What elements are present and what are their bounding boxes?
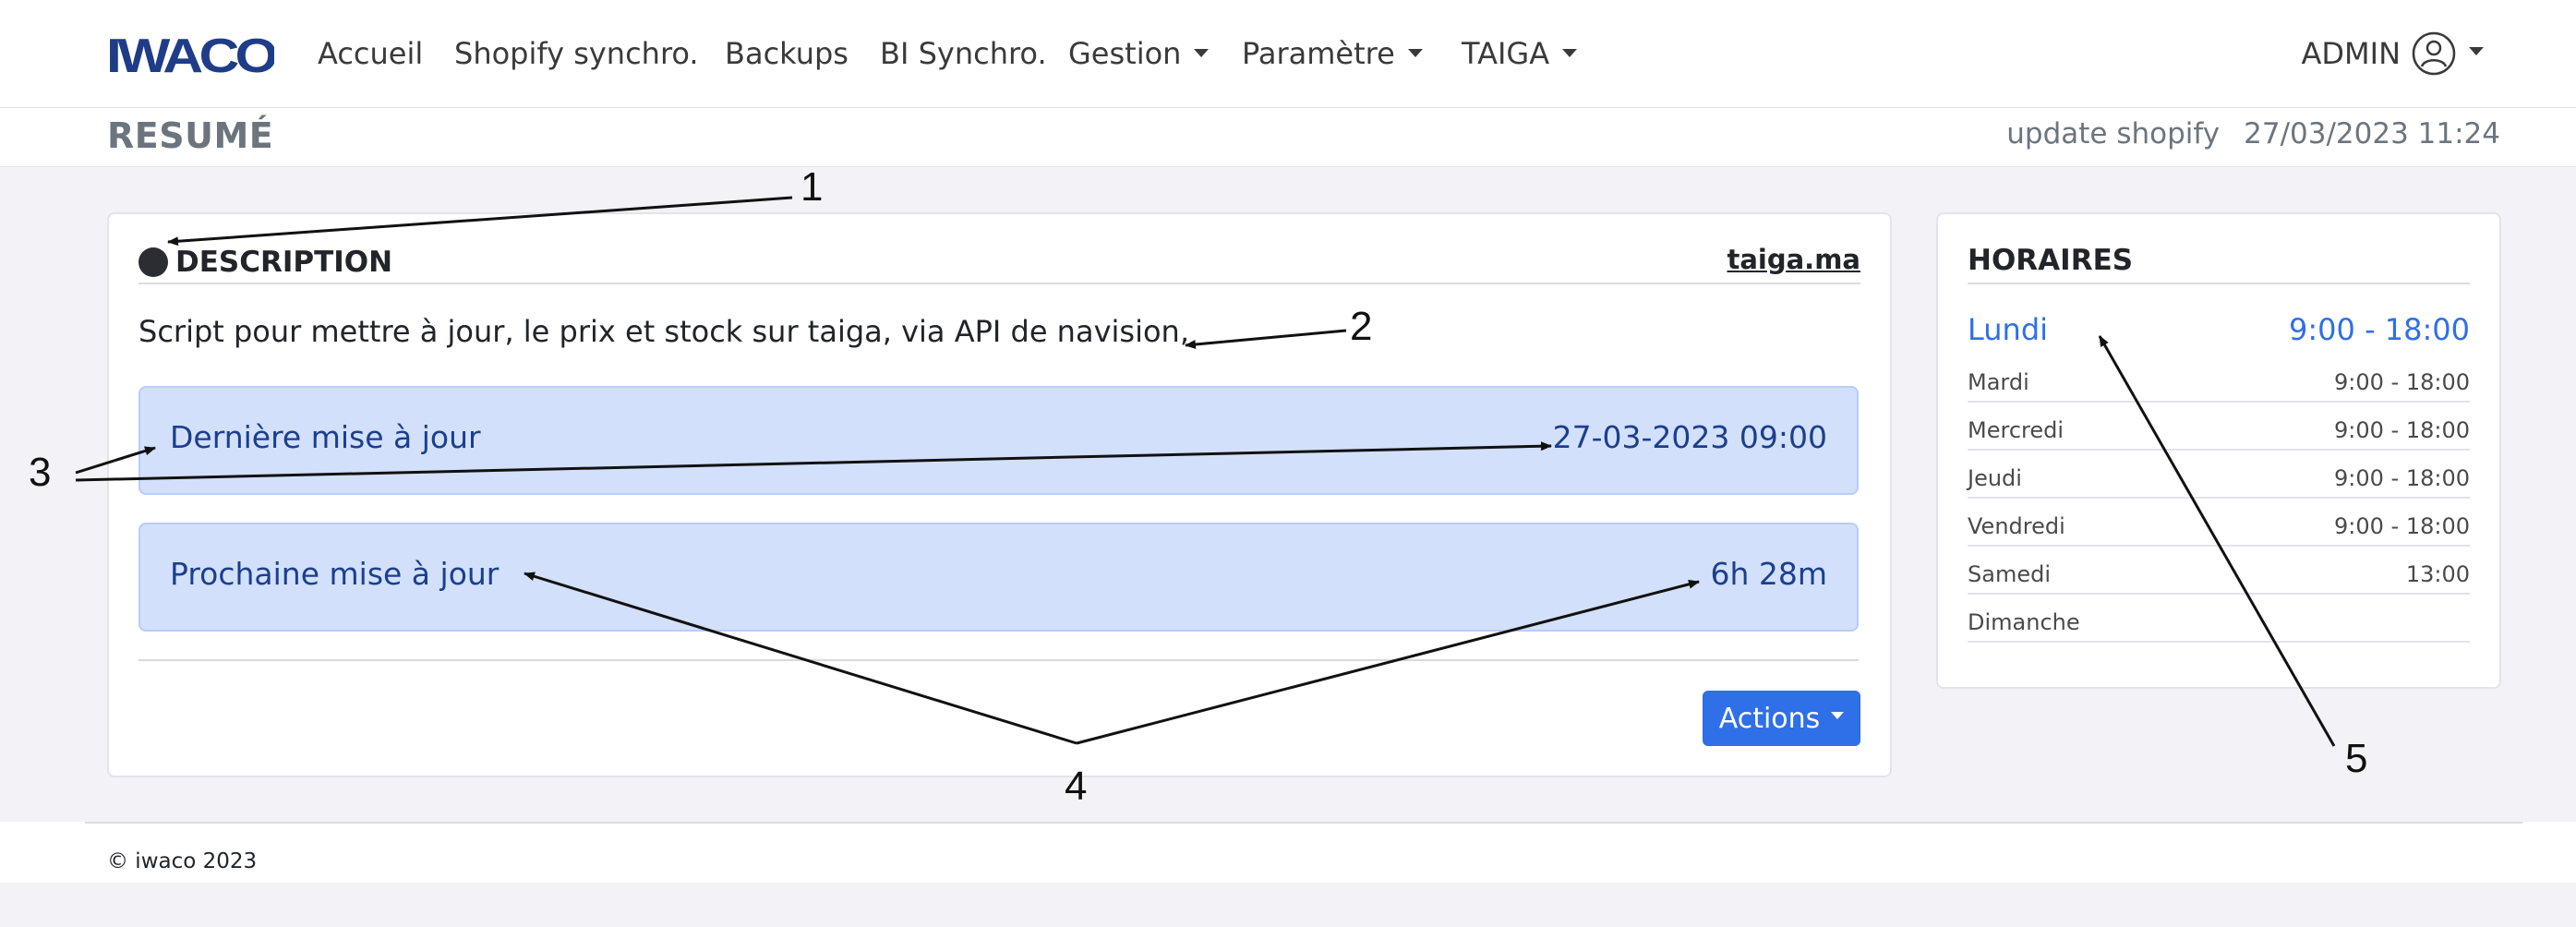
hours-day: Samedi	[1968, 561, 2051, 587]
user-label: ADMIN	[2301, 36, 2401, 71]
actions-label: Actions	[1718, 702, 1821, 735]
hours-time: 13:00	[2405, 561, 2470, 587]
hours-time: 9:00 - 18:00	[2334, 465, 2470, 491]
next-update-value: 6h 28m	[1710, 556, 1827, 592]
caret-down-icon	[1407, 48, 1423, 57]
user-menu[interactable]: ADMIN	[2301, 30, 2484, 78]
hours-time: 9:00 - 18:00	[2334, 369, 2470, 395]
page-subheader: RESUMÉ update shopify 27/03/2023 11:24	[0, 108, 2576, 167]
caret-down-icon	[1562, 48, 1578, 57]
hours-title: HORAIRES	[1968, 242, 2470, 284]
hours-day: Jeudi	[1968, 465, 2022, 491]
update-datetime: 27/03/2023 11:24	[2244, 117, 2500, 150]
page-title: RESUMÉ	[107, 115, 274, 156]
description-text: Script pour mettre à jour, le prix et st…	[138, 314, 1189, 349]
update-label: update shopify	[2006, 117, 2221, 150]
description-card: DESCRIPTION taiga.ma Script pour mettre …	[107, 212, 1892, 777]
nav-accueil[interactable]: Accueil	[318, 30, 423, 78]
top-navbar: IWACO Accueil Shopify synchro. Backups B…	[0, 0, 2576, 108]
hours-row: Mercredi 9:00 - 18:00	[1968, 410, 2470, 451]
actions-dropdown-button[interactable]: Actions	[1703, 691, 1860, 746]
hours-time: 9:00 - 18:00	[2289, 312, 2470, 347]
nav-parametre-dropdown[interactable]: Paramètre	[1242, 30, 1423, 78]
hours-row: Jeudi 9:00 - 18:00	[1968, 458, 2470, 499]
last-update-label: Dernière mise à jour	[170, 419, 481, 455]
hours-time: 9:00 - 18:00	[2334, 513, 2470, 539]
hours-time: 9:00 - 18:00	[2334, 417, 2470, 443]
nav-backups[interactable]: Backups	[725, 30, 849, 78]
description-title: DESCRIPTION	[175, 246, 393, 279]
last-update-box: Dernière mise à jour 27-03-2023 09:00	[138, 386, 1859, 495]
footer-divider	[85, 822, 2522, 824]
nav-taiga-dropdown[interactable]: TAIGA	[1462, 30, 1578, 78]
hours-row: Dimanche	[1968, 602, 2470, 643]
iwaco-logo[interactable]: IWACO	[106, 30, 274, 79]
hours-row: Vendredi 9:00 - 18:00	[1968, 506, 2470, 547]
next-update-box: Prochaine mise à jour 6h 28m	[138, 523, 1859, 632]
hours-day: Vendredi	[1968, 513, 2065, 539]
annotation-label: 5	[2345, 736, 2367, 781]
nav-gestion-dropdown[interactable]: Gestion	[1068, 30, 1210, 78]
annotation-label: 1	[800, 164, 823, 210]
caret-down-icon	[1194, 48, 1210, 57]
hours-row: Mardi 9:00 - 18:00	[1968, 362, 2470, 403]
hours-day: Lundi	[1968, 312, 2049, 347]
nav-shopify-synchro[interactable]: Shopify synchro.	[454, 30, 699, 78]
hours-day: Mercredi	[1968, 417, 2064, 443]
hours-row: Samedi 13:00	[1968, 554, 2470, 595]
update-info: update shopify 27/03/2023 11:24	[2006, 117, 2500, 150]
caret-down-icon	[2469, 46, 2484, 55]
footer-copyright: © iwaco 2023	[107, 849, 258, 873]
hours-day: Dimanche	[1968, 609, 2080, 635]
svg-text:IWACO: IWACO	[106, 30, 274, 79]
caret-down-icon	[1831, 712, 1845, 719]
nav-bi-synchro[interactable]: BI Synchro.	[880, 30, 1047, 78]
hours-card: HORAIRES Lundi 9:00 - 18:00 Mardi 9:00 -…	[1936, 212, 2501, 689]
hours-day: Mardi	[1968, 369, 2029, 395]
user-circle-icon	[2412, 31, 2456, 76]
last-update-value: 27-03-2023 09:00	[1552, 419, 1827, 455]
divider	[138, 659, 1859, 661]
hours-row-today: Lundi 9:00 - 18:00	[1968, 307, 2470, 353]
description-header: DESCRIPTION taiga.ma	[138, 242, 1860, 284]
footer: © iwaco 2023	[0, 822, 2576, 883]
next-update-label: Prochaine mise à jour	[170, 556, 500, 592]
taiga-link[interactable]: taiga.ma	[1727, 244, 1860, 275]
status-dot-icon	[138, 247, 168, 277]
annotation-label: 3	[29, 450, 51, 495]
